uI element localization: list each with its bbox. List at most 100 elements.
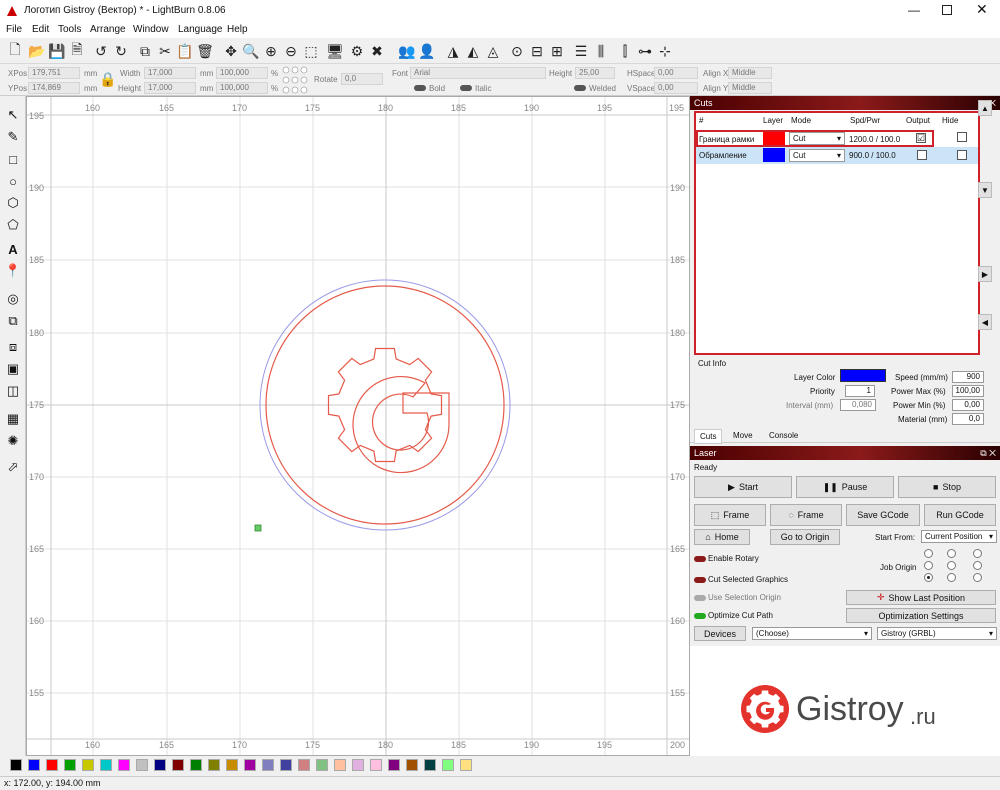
palette-swatch-20[interactable] (370, 759, 382, 771)
menu-language[interactable]: Language (178, 24, 223, 35)
pause-button[interactable]: ❚❚ Pause (796, 476, 894, 498)
save-as-icon[interactable]: 🗎 (68, 41, 86, 60)
table-row[interactable]: Обрамление Cut 900.0 / 100.0 (696, 147, 978, 164)
move-layer-up-icon[interactable]: ▲ (978, 100, 992, 116)
palette-swatch-4[interactable] (82, 759, 94, 771)
palette-swatch-25[interactable] (460, 759, 472, 771)
letter-g-outline[interactable] (352, 376, 450, 474)
palette-swatch-19[interactable] (352, 759, 364, 771)
text-tool-icon[interactable]: A (4, 240, 22, 258)
center-target-icon[interactable]: ⊙ (508, 42, 526, 60)
width-field[interactable]: 17,000 (144, 67, 196, 79)
position-pin-icon[interactable]: 📍 (4, 262, 22, 280)
output-checkbox[interactable] (917, 150, 927, 160)
palette-swatch-9[interactable] (172, 759, 184, 771)
align-y-select[interactable]: Middle (728, 82, 772, 94)
origin-radio-bc[interactable] (947, 573, 956, 582)
ungroup-icon[interactable]: 👤 (418, 42, 436, 60)
tab-console[interactable]: Console (764, 430, 803, 441)
welded-toggle[interactable] (574, 85, 586, 91)
move-layer-down-icon[interactable]: ▼ (978, 182, 992, 198)
rectangle-icon[interactable]: □ (4, 150, 22, 168)
minimize-icon[interactable]: — (908, 3, 920, 17)
device-profile-select[interactable]: Gistroy (GRBL) (877, 627, 997, 640)
palette-swatch-8[interactable] (154, 759, 166, 771)
enable-rotary-toggle[interactable] (694, 556, 706, 562)
origin-radio-tc[interactable] (947, 549, 956, 558)
anchor-grid[interactable] (282, 66, 310, 94)
hide-checkbox[interactable] (957, 150, 967, 160)
run-gcode-button[interactable]: Run GCode (924, 504, 996, 526)
origin-radio-mr[interactable] (973, 561, 982, 570)
palette-swatch-11[interactable] (208, 759, 220, 771)
align-left-icon[interactable]: ⊟ (528, 42, 546, 60)
frame-rect-button[interactable]: ⬚ Frame (694, 504, 766, 526)
zoom-frame-icon[interactable]: ⬚ (302, 42, 320, 60)
zoom-in-icon[interactable]: ⊕ (262, 42, 280, 60)
font-height-field[interactable]: 25,00 (575, 67, 615, 79)
panel-close-icon[interactable]: ⧉ ✕ (980, 446, 996, 460)
output-checkbox[interactable]: ☑ (916, 133, 926, 143)
show-last-position-button[interactable]: ✛ Show Last Position (846, 590, 996, 605)
mode-select[interactable]: Cut (789, 149, 845, 162)
open-folder-icon[interactable]: 📂 (28, 42, 46, 60)
collapse-left-icon[interactable]: ◀ (978, 314, 992, 330)
stop-button[interactable]: ■ Stop (898, 476, 996, 498)
pentagon-icon[interactable]: ⬠ (4, 216, 22, 234)
start-button[interactable]: ▶ Start (694, 476, 792, 498)
palette-swatch-0[interactable] (10, 759, 22, 771)
save-icon[interactable]: 💾 (48, 42, 66, 60)
flip-horizontal-icon[interactable]: ◮ (444, 42, 462, 60)
mode-select[interactable]: Cut (789, 132, 845, 145)
cut-icon[interactable]: ✂ (156, 42, 174, 60)
optimize-cut-toggle[interactable] (694, 613, 706, 619)
home-button[interactable]: ⌂ Home (694, 529, 750, 545)
flip-vertical-icon[interactable]: ◭ (464, 42, 482, 60)
align-top-icon[interactable]: ⫿ (616, 42, 634, 60)
tab-cuts[interactable]: Cuts (694, 429, 723, 444)
menu-window[interactable]: Window (133, 24, 169, 35)
tools-icon[interactable]: ✖ (368, 42, 386, 60)
boolean-intersect-icon[interactable]: ▣ (4, 360, 22, 378)
zoom-icon[interactable]: 🔍 (242, 42, 260, 60)
selection-handle[interactable] (254, 524, 262, 532)
align-center-icon[interactable]: ⊞ (548, 42, 566, 60)
menu-help[interactable]: Help (227, 24, 248, 35)
bold-toggle[interactable] (414, 85, 426, 91)
origin-radio-bl[interactable] (924, 573, 933, 582)
speed-field[interactable]: 900 (952, 371, 984, 383)
boolean-union-icon[interactable]: ⧉ (4, 312, 22, 330)
scale-height-field[interactable]: 100,000 (216, 82, 268, 94)
palette-swatch-21[interactable] (388, 759, 400, 771)
tab-tool-icon[interactable]: ⬀ (4, 458, 22, 476)
undo-icon[interactable]: ↺ (92, 42, 110, 60)
height-field[interactable]: 17,000 (144, 82, 196, 94)
hide-checkbox[interactable] (957, 132, 967, 142)
ypos-field[interactable]: 174,869 (28, 82, 80, 94)
origin-radio-tr[interactable] (973, 549, 982, 558)
devices-button[interactable]: Devices (694, 626, 746, 641)
palette-swatch-22[interactable] (406, 759, 418, 771)
save-gcode-button[interactable]: Save GCode (846, 504, 920, 526)
layer-color-picker[interactable] (840, 369, 886, 382)
palette-swatch-7[interactable] (136, 759, 148, 771)
priority-field[interactable]: 1 (845, 385, 875, 397)
go-to-origin-button[interactable]: Go to Origin (770, 529, 840, 545)
use-selection-origin-toggle[interactable] (694, 595, 706, 601)
edit-nodes-icon[interactable]: ✎ (4, 128, 22, 146)
palette-swatch-13[interactable] (244, 759, 256, 771)
palette-swatch-12[interactable] (226, 759, 238, 771)
palette-swatch-3[interactable] (64, 759, 76, 771)
palette-swatch-23[interactable] (424, 759, 436, 771)
redo-icon[interactable]: ↻ (112, 42, 130, 60)
scale-width-field[interactable]: 100,000 (216, 67, 268, 79)
vspace-field[interactable]: 0,00 (654, 82, 698, 94)
port-select[interactable]: (Choose) (752, 627, 872, 640)
palette-swatch-1[interactable] (28, 759, 40, 771)
group-icon[interactable]: 👥 (398, 42, 416, 60)
palette-swatch-16[interactable] (298, 759, 310, 771)
grid-array-icon[interactable]: ▦ (4, 410, 22, 428)
polygon-icon[interactable]: ⬡ (4, 194, 22, 212)
palette-swatch-18[interactable] (334, 759, 346, 771)
weld-icon[interactable]: ◫ (4, 382, 22, 400)
